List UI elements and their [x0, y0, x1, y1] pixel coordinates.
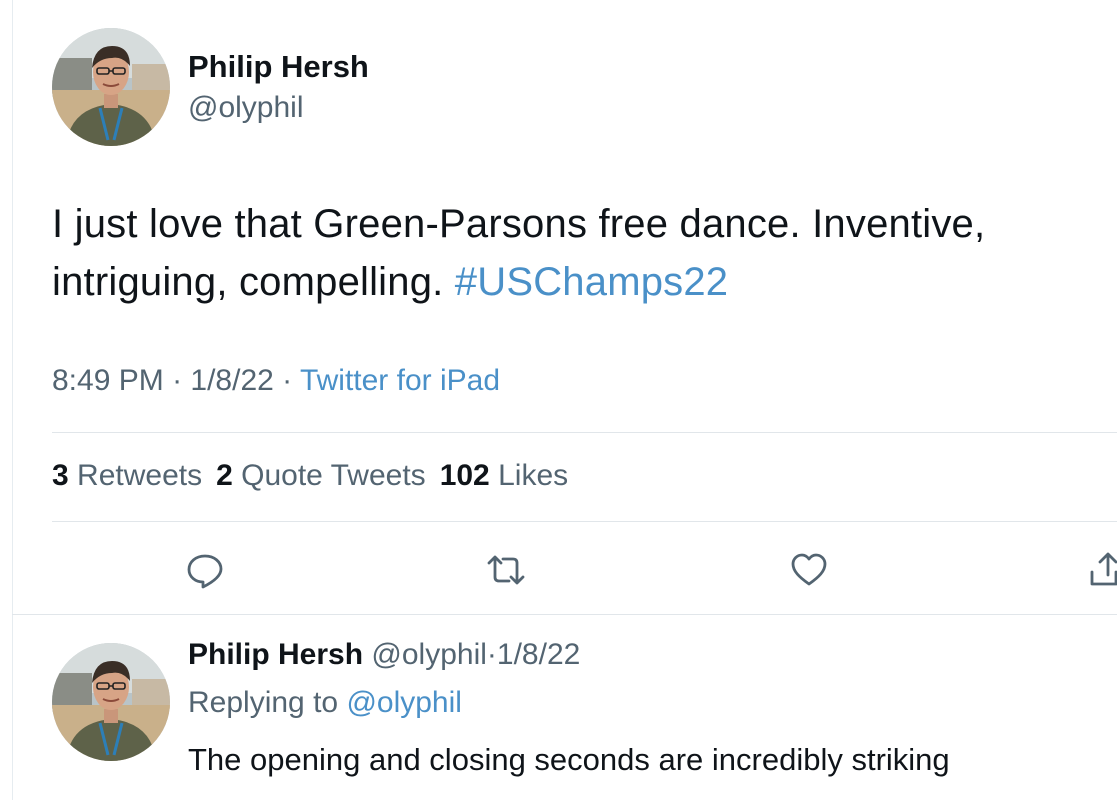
reply-separator: · [486, 638, 497, 671]
reply-avatar[interactable] [52, 643, 170, 761]
reply-author-handle[interactable]: @olyphil [371, 638, 487, 671]
retweet-button[interactable] [486, 550, 526, 590]
retweets-stat[interactable]: 3 Retweets [52, 459, 202, 492]
author-name[interactable]: Philip Hersh [188, 49, 369, 85]
tweet-stats: 3 Retweets 2 Quote Tweets 102 Likes [52, 459, 568, 493]
author-handle[interactable]: @olyphil [188, 91, 304, 125]
reply-author-name[interactable]: Philip Hersh [188, 638, 363, 671]
tweet-time[interactable]: 8:49 PM [52, 364, 164, 397]
tweet-text: I just love that Green-Parsons free danc… [52, 195, 1112, 311]
share-button[interactable] [1088, 550, 1117, 590]
divider [52, 521, 1117, 522]
tweet-meta: 8:49 PM · 1/8/22 · Twitter for iPad [52, 364, 500, 398]
retweet-icon [487, 555, 525, 585]
meta-separator: · [273, 364, 300, 397]
reply-button[interactable] [185, 550, 225, 590]
divider [12, 614, 1117, 615]
retweets-count: 3 [52, 459, 69, 492]
hashtag-link[interactable]: #USChamps22 [455, 260, 728, 304]
avatar[interactable] [52, 28, 170, 146]
likes-count: 102 [439, 459, 490, 492]
replying-to-handle[interactable]: @olyphil [346, 686, 462, 719]
quotes-count: 2 [216, 459, 233, 492]
likes-label: Likes [498, 459, 569, 492]
quote-tweets-stat[interactable]: 2 Quote Tweets [216, 459, 426, 492]
like-icon [791, 553, 827, 586]
like-button[interactable] [789, 550, 829, 590]
divider [52, 432, 1117, 433]
share-icon [1090, 552, 1117, 586]
reply-icon [187, 554, 223, 589]
reply-text: The opening and closing seconds are incr… [188, 742, 950, 777]
meta-separator: · [163, 364, 191, 397]
likes-stat[interactable]: 102 Likes [440, 459, 568, 492]
reply-header: Philip Hersh @olyphil·1/8/22 [188, 638, 580, 672]
replying-to: Replying to @olyphil [188, 686, 462, 720]
retweets-label: Retweets [77, 459, 203, 492]
tweet-source-link[interactable]: Twitter for iPad [300, 364, 500, 397]
timeline-border [12, 0, 13, 800]
quotes-label: Quote Tweets [241, 459, 426, 492]
tweet-date[interactable]: 1/8/22 [190, 364, 273, 397]
reply-date[interactable]: 1/8/22 [497, 638, 580, 671]
replying-label: Replying to [188, 686, 339, 719]
